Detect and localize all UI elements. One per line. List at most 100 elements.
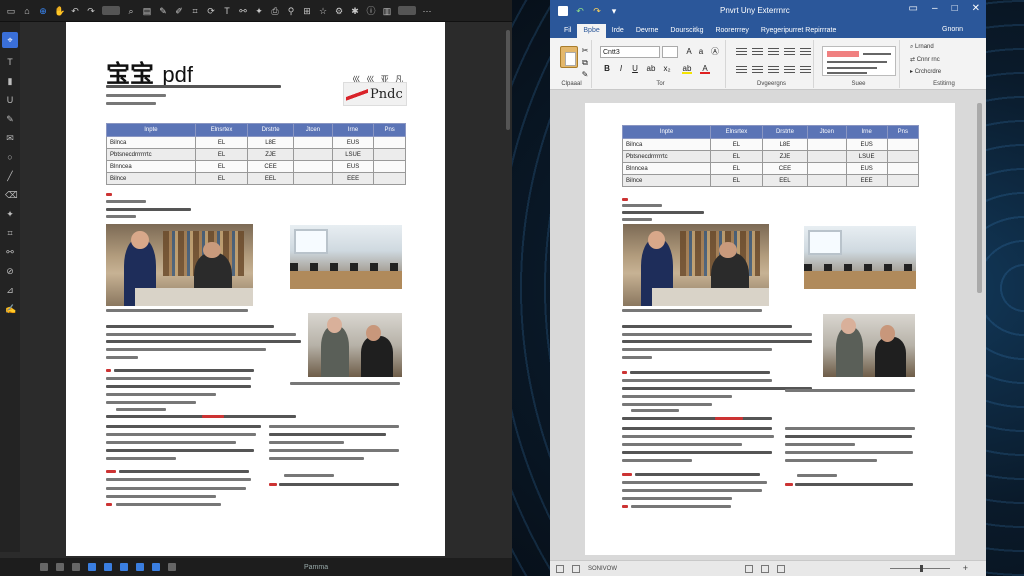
view-single-icon[interactable] bbox=[88, 563, 96, 571]
indent-icon[interactable] bbox=[784, 48, 795, 57]
sign-icon[interactable]: ✍ bbox=[5, 304, 16, 314]
stamp-icon[interactable]: ✦ bbox=[254, 6, 264, 16]
link-icon[interactable]: ⚯ bbox=[238, 6, 248, 16]
star-icon[interactable]: ☆ bbox=[318, 6, 328, 16]
styles-gallery[interactable] bbox=[822, 46, 896, 76]
highlight-icon[interactable]: ab bbox=[682, 64, 692, 74]
share-link[interactable]: Gnonn bbox=[942, 26, 980, 33]
link-icon[interactable]: ⚯ bbox=[5, 247, 15, 257]
copy-icon[interactable]: ⧉ bbox=[580, 58, 590, 68]
grid-icon[interactable]: ⊞ bbox=[302, 6, 312, 16]
layout-icon[interactable]: ▥ bbox=[382, 6, 392, 16]
clear-format-icon[interactable]: Ⓐ bbox=[710, 47, 720, 57]
close-icon[interactable]: ✕ bbox=[972, 3, 980, 14]
comment-icon[interactable]: ✎ bbox=[158, 6, 168, 16]
fit-page-icon[interactable] bbox=[152, 563, 160, 571]
cut-icon[interactable]: ✂ bbox=[580, 46, 590, 56]
find-button[interactable]: ⌕ Lrnand bbox=[910, 44, 934, 51]
word-scrollbar[interactable] bbox=[977, 103, 982, 293]
minimize-icon[interactable]: – bbox=[932, 3, 938, 14]
text-icon[interactable]: T bbox=[222, 6, 232, 16]
sort-icon[interactable] bbox=[800, 48, 811, 57]
align-left-icon[interactable] bbox=[736, 66, 747, 75]
ribbon-tab[interactable]: Ryegeripurret Repirrrate bbox=[755, 24, 842, 38]
page-field[interactable] bbox=[102, 6, 120, 15]
align-center-icon[interactable] bbox=[752, 66, 763, 75]
select-icon[interactable]: ⊕ bbox=[38, 6, 48, 16]
replace-button[interactable]: ⇄ Cnnr rnc bbox=[910, 56, 940, 63]
ribbon-tab[interactable]: Fil bbox=[558, 24, 577, 38]
line-icon[interactable]: ╱ bbox=[5, 171, 15, 181]
sidebar-toggle-icon[interactable]: ▭ bbox=[6, 6, 16, 16]
more-icon[interactable]: ⋯ bbox=[422, 6, 432, 16]
highlight-icon[interactable]: ▮ bbox=[5, 76, 15, 86]
view-scroll-icon[interactable] bbox=[120, 563, 128, 571]
redo-icon[interactable]: ↷ bbox=[592, 6, 602, 16]
nav-prev-icon[interactable] bbox=[56, 563, 64, 571]
ribbon-tab[interactable]: Bpbe bbox=[577, 24, 606, 38]
text-tool-icon[interactable]: T bbox=[5, 57, 15, 67]
font-size-field[interactable] bbox=[662, 46, 678, 58]
nav-first-icon[interactable] bbox=[40, 563, 48, 571]
text-line bbox=[106, 325, 274, 328]
text-line bbox=[785, 443, 855, 446]
draw-icon[interactable]: ✐ bbox=[174, 6, 184, 16]
format-painter-icon[interactable]: ✎ bbox=[580, 70, 590, 80]
bold-icon[interactable]: B bbox=[602, 64, 612, 74]
underline-icon[interactable]: U bbox=[630, 64, 640, 74]
undo-icon[interactable]: ↶ bbox=[70, 6, 80, 16]
home-icon[interactable]: ⌂ bbox=[22, 6, 32, 16]
select-tool-icon[interactable]: ⌖ bbox=[2, 32, 18, 48]
quick-access-icon[interactable]: ▾ bbox=[609, 6, 619, 16]
ribbon-tab[interactable]: Dourscitkg bbox=[664, 24, 709, 38]
ribbon-tab[interactable]: Irde bbox=[606, 24, 630, 38]
undo-icon[interactable]: ↶ bbox=[575, 6, 585, 16]
select-button[interactable]: ▸ Crchcrdre bbox=[910, 68, 941, 75]
grow-font-icon[interactable]: A bbox=[684, 47, 694, 57]
paste-icon[interactable] bbox=[560, 46, 578, 68]
nav-next-icon[interactable] bbox=[72, 563, 80, 571]
measure-icon[interactable]: ⊿ bbox=[5, 285, 15, 295]
fit-width-icon[interactable] bbox=[136, 563, 144, 571]
print-icon[interactable]: ⎙ bbox=[270, 6, 280, 16]
multilevel-icon[interactable] bbox=[768, 48, 779, 57]
save-icon[interactable] bbox=[558, 6, 568, 16]
tools-icon[interactable]: ⚙ bbox=[334, 6, 344, 16]
pen-icon[interactable]: ✎ bbox=[5, 114, 15, 124]
pages-icon[interactable]: ▤ bbox=[142, 6, 152, 16]
font-color-icon[interactable]: A bbox=[700, 64, 710, 74]
shrink-font-icon[interactable]: a bbox=[696, 47, 706, 57]
hand-icon[interactable]: ✋ bbox=[54, 6, 65, 16]
numbering-icon[interactable] bbox=[752, 48, 763, 57]
pdf-scrollbar[interactable] bbox=[506, 30, 510, 130]
search-icon[interactable]: ⚲ bbox=[286, 6, 296, 16]
ribbon-options-icon[interactable]: ▭ bbox=[909, 3, 918, 14]
comment-icon[interactable]: ✉ bbox=[5, 133, 15, 143]
font-name-field[interactable]: Cntt3 bbox=[600, 46, 660, 58]
shape-icon[interactable]: ○ bbox=[5, 152, 15, 162]
attach-icon[interactable]: ⊘ bbox=[5, 266, 15, 276]
line-spacing-icon[interactable] bbox=[800, 66, 811, 75]
bullets-icon[interactable] bbox=[736, 48, 747, 57]
underline-icon[interactable]: U bbox=[5, 95, 15, 105]
align-right-icon[interactable] bbox=[768, 66, 779, 75]
justify-icon[interactable] bbox=[784, 66, 795, 75]
view-double-icon[interactable] bbox=[104, 563, 112, 571]
italic-icon[interactable]: I bbox=[616, 64, 626, 74]
info-icon[interactable]: ⓘ bbox=[366, 6, 376, 16]
crop-icon[interactable]: ⌗ bbox=[5, 228, 15, 238]
subscript-icon[interactable]: x₂ bbox=[662, 64, 672, 74]
crop-icon[interactable]: ⌗ bbox=[190, 6, 200, 16]
zoom-icon[interactable]: ⌕ bbox=[126, 6, 136, 16]
redo-icon[interactable]: ↷ bbox=[86, 6, 96, 16]
settings-icon[interactable]: ✱ bbox=[350, 6, 360, 16]
ribbon-tab[interactable]: Devrne bbox=[630, 24, 665, 38]
share-button[interactable] bbox=[398, 6, 416, 15]
maximize-icon[interactable]: □ bbox=[952, 3, 958, 14]
ribbon-tab[interactable]: Roorerrrey bbox=[709, 24, 754, 38]
zoom-out-icon[interactable] bbox=[168, 563, 176, 571]
strikethrough-icon[interactable]: ab bbox=[646, 64, 656, 74]
stamp-icon[interactable]: ✦ bbox=[5, 209, 15, 219]
eraser-icon[interactable]: ⌫ bbox=[5, 190, 18, 200]
rotate-icon[interactable]: ⟳ bbox=[206, 6, 216, 16]
